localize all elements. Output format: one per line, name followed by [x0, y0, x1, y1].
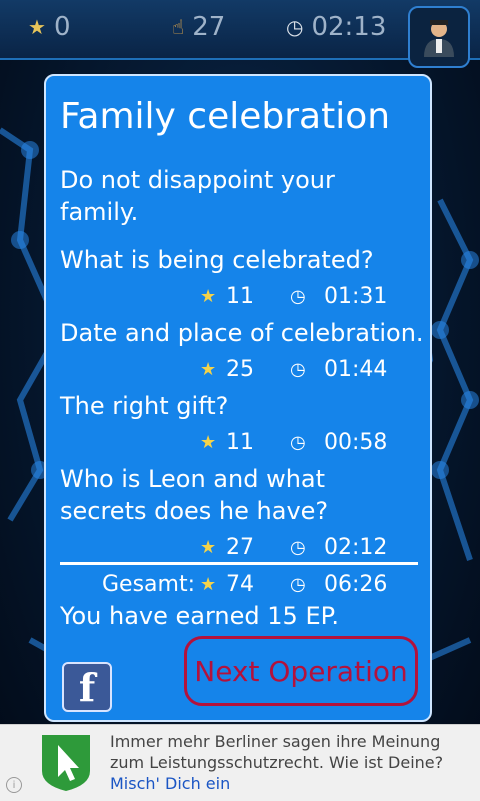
- agent-avatar-icon: [424, 20, 454, 57]
- question-2-stars: 25: [226, 356, 254, 382]
- question-4-time: 02:12: [324, 534, 388, 560]
- timer-value: 02:13: [311, 12, 387, 42]
- star-icon: ★: [200, 431, 217, 453]
- clock-icon: ◷: [290, 358, 306, 380]
- star-icon: ★: [200, 358, 217, 380]
- facebook-share-button[interactable]: f: [62, 662, 112, 712]
- stars-counter: ★ 0: [28, 12, 70, 42]
- cursor-shield-icon: [42, 735, 90, 791]
- question-4-stats: ★ 27 ◷ 02:12: [200, 533, 387, 561]
- points-value: 27: [192, 12, 226, 42]
- top-status-bar: ★ 0 ☝ 27 ◷ 02:13: [0, 0, 480, 68]
- timer: ◷ 02:13: [286, 12, 386, 42]
- stars-value: 0: [53, 12, 71, 42]
- clock-icon: ◷: [290, 536, 306, 558]
- profile-button[interactable]: [408, 6, 470, 68]
- question-3-time: 00:58: [324, 429, 388, 455]
- clock-icon: ◷: [290, 431, 306, 453]
- divider: [60, 562, 418, 565]
- points-counter: ☝ 27: [172, 12, 225, 42]
- question-3: The right gift?: [60, 392, 229, 420]
- question-2: Date and place of celebration.: [60, 319, 424, 347]
- next-operation-button[interactable]: Next Operation: [184, 636, 418, 706]
- total-label: Gesamt:: [102, 571, 195, 597]
- question-2-time: 01:44: [324, 356, 388, 382]
- ad-link[interactable]: Misch' Dich ein: [110, 774, 230, 793]
- question-1-time: 01:31: [324, 283, 388, 309]
- question-1-stars: 11: [226, 283, 254, 309]
- earned-text: You have earned 15 EP.: [60, 602, 339, 630]
- question-1-stats: ★ 11 ◷ 01:31: [200, 282, 387, 310]
- ad-info-icon[interactable]: i: [6, 777, 22, 793]
- total-time: 06:26: [324, 571, 388, 597]
- question-2-stats: ★ 25 ◷ 01:44: [200, 355, 387, 383]
- total-row: Gesamt: ★ 74 ◷ 06:26: [102, 570, 387, 598]
- mission-dialog: Family celebration Do not disappoint you…: [44, 74, 432, 722]
- ad-banner[interactable]: i Immer mehr Berliner sagen ihre Meinung…: [0, 724, 480, 801]
- ad-text: Immer mehr Berliner sagen ihre Meinung z…: [110, 731, 470, 794]
- question-1: What is being celebrated?: [60, 246, 374, 274]
- star-icon: ★: [200, 536, 217, 558]
- question-4: Who is Leon and what secrets does he hav…: [60, 465, 329, 525]
- question-3-stars: 11: [226, 429, 254, 455]
- dialog-title: Family celebration: [60, 96, 391, 137]
- clock-icon: ◷: [290, 573, 306, 595]
- total-stars: 74: [226, 571, 254, 597]
- clock-icon: ◷: [290, 285, 306, 307]
- star-icon: ★: [200, 285, 217, 307]
- hand-icon: ☝: [172, 15, 185, 39]
- star-icon: ★: [28, 15, 46, 39]
- dialog-subtitle: Do not disappoint your family.: [60, 166, 335, 226]
- facebook-icon: f: [78, 664, 96, 710]
- question-3-stats: ★ 11 ◷ 00:58: [200, 428, 387, 456]
- ad-message: Immer mehr Berliner sagen ihre Meinung z…: [110, 732, 444, 772]
- star-icon: ★: [200, 573, 217, 595]
- question-4-stars: 27: [226, 534, 254, 560]
- clock-icon: ◷: [286, 15, 304, 39]
